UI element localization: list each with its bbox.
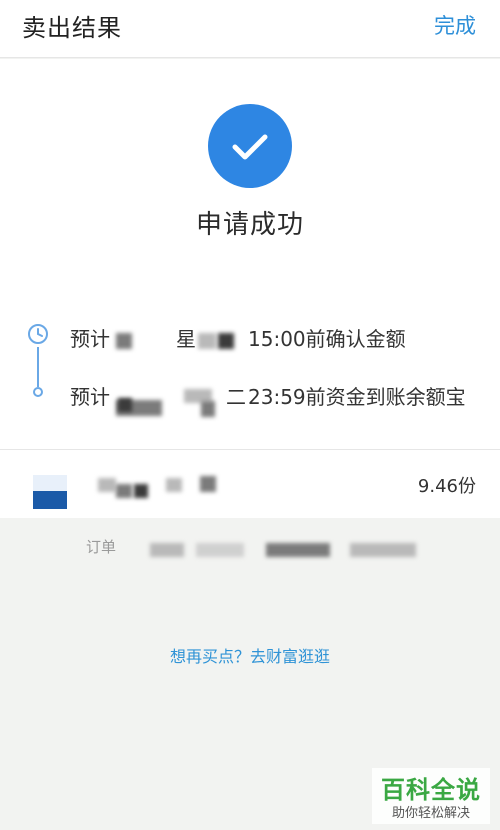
timeline-step-1-prefix: 预计 — [70, 327, 110, 351]
redacted-block — [200, 476, 216, 492]
redacted-block — [201, 401, 215, 417]
timeline-dot-icon — [33, 387, 43, 397]
done-button[interactable]: 完成 — [434, 10, 476, 40]
fund-row: 9.46份 — [0, 450, 500, 518]
result-status-text: 申请成功 — [195, 210, 304, 240]
timeline-connector — [37, 347, 39, 387]
redacted-block — [196, 543, 244, 557]
fund-amount: 9.46份 — [417, 476, 476, 497]
timeline-step-2-time: 23:59前资金到账余额宝 — [248, 385, 466, 409]
timeline-step-1-partial: 星 — [176, 327, 196, 351]
timeline-step-1-time: 15:00前确认金额 — [248, 327, 406, 351]
fund-logo-icon — [33, 475, 67, 509]
redacted-block — [118, 398, 132, 412]
redacted-block — [116, 333, 132, 349]
redacted-block — [198, 333, 216, 349]
order-label: 订单 — [86, 538, 117, 556]
redacted-block — [134, 484, 148, 498]
redacted-block — [150, 543, 184, 557]
redacted-block — [166, 478, 182, 492]
redacted-block — [98, 478, 116, 492]
buy-again-link[interactable]: 想再买点？去财富逛逛 — [0, 643, 500, 667]
watermark-title: 百科全说 — [381, 776, 481, 804]
success-check-icon — [208, 104, 292, 188]
page-title: 卖出结果 — [22, 14, 122, 42]
timeline-step-2-prefix: 预计 — [70, 385, 110, 409]
redacted-block — [350, 543, 416, 557]
watermark-logo: 百科全说 助你轻松解决 — [372, 768, 490, 824]
watermark-subtitle: 助你轻松解决 — [391, 806, 470, 821]
header-bar: 卖出结果 完成 — [0, 0, 500, 58]
redacted-block — [266, 543, 330, 557]
clock-icon — [28, 324, 48, 344]
result-card: 申请成功 预计 星 15:00前确认金额 预计 二 23:59前资金到账余额宝 — [0, 59, 500, 450]
timeline-step-2-partial: 二 — [226, 385, 246, 409]
redacted-block — [218, 333, 234, 349]
redacted-block — [116, 484, 132, 498]
